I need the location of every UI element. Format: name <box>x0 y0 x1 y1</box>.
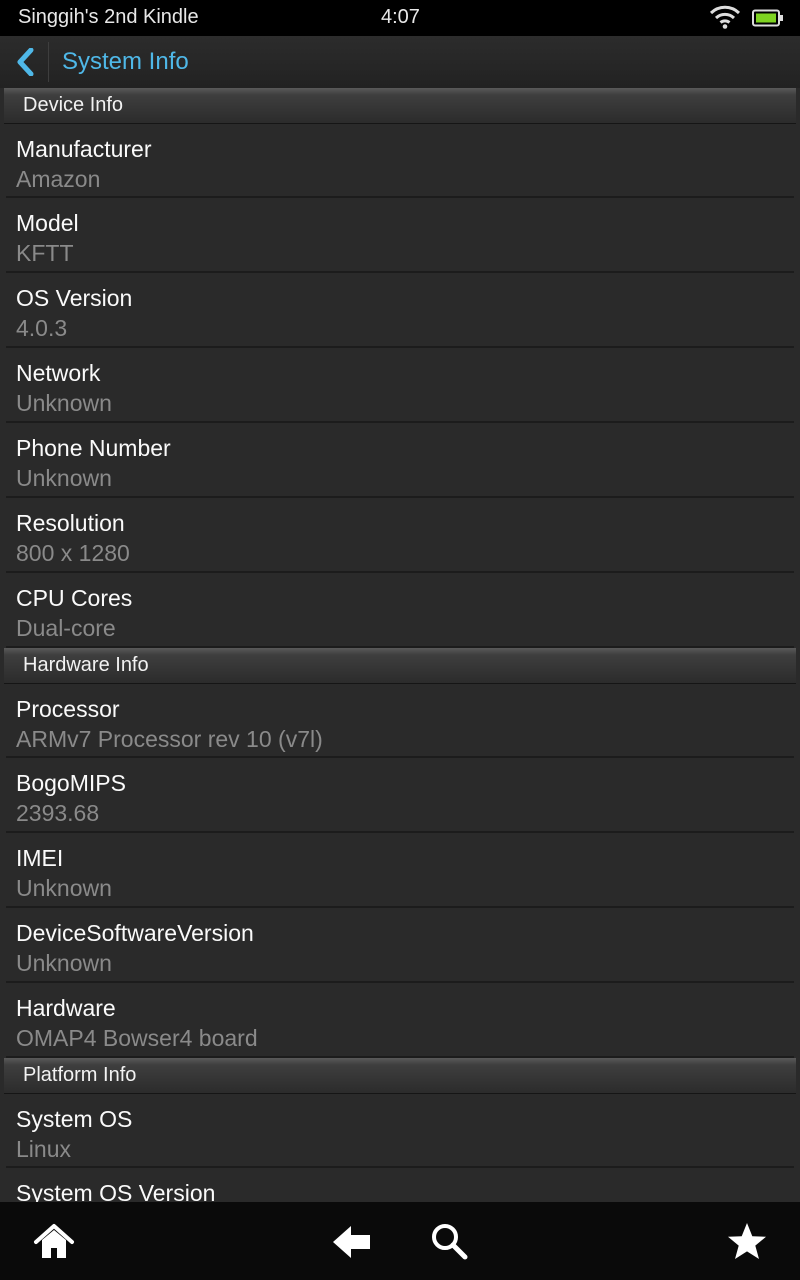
item-label: Resolution <box>16 510 125 536</box>
list-item-cpu-cores[interactable]: CPU Cores Dual-core <box>6 573 794 648</box>
list-item-system-os[interactable]: System OS Linux <box>6 1094 794 1168</box>
item-value: Unknown <box>16 465 112 491</box>
item-label: Model <box>16 210 79 236</box>
item-label: IMEI <box>16 845 64 871</box>
item-label: System OS Version <box>16 1180 216 1202</box>
bottom-nav-bar <box>0 1202 800 1280</box>
section-header-device-info: Device Info <box>4 88 796 124</box>
action-bar-divider <box>48 42 49 82</box>
item-label: Hardware <box>16 995 116 1021</box>
favorites-button[interactable] <box>725 1220 769 1264</box>
search-icon <box>432 1224 468 1260</box>
wifi-icon <box>709 4 741 30</box>
favorites-star-icon <box>728 1223 766 1259</box>
list-item-imei[interactable]: IMEI Unknown <box>6 833 794 908</box>
section-header-platform-info: Platform Info <box>4 1058 796 1094</box>
status-time: 4:07 <box>381 6 420 28</box>
chevron-left-icon <box>17 48 34 76</box>
device-name: Singgih's 2nd Kindle <box>18 6 199 28</box>
list-item-network[interactable]: Network Unknown <box>6 348 794 423</box>
section-title: Device Info <box>23 94 124 116</box>
item-value: 800 x 1280 <box>16 540 130 566</box>
item-value: Unknown <box>16 875 112 901</box>
list-item-phone-number[interactable]: Phone Number Unknown <box>6 423 794 498</box>
list-item-os-version[interactable]: OS Version 4.0.3 <box>6 273 794 348</box>
item-label: CPU Cores <box>16 585 133 611</box>
list-item-resolution[interactable]: Resolution 800 x 1280 <box>6 498 794 573</box>
item-value: Dual-core <box>16 615 116 641</box>
back-arrow-icon <box>333 1226 370 1258</box>
up-back-button[interactable] <box>0 36 48 88</box>
item-value: Linux <box>16 1136 71 1162</box>
page-title: System Info <box>62 48 189 75</box>
item-value: Unknown <box>16 950 112 976</box>
item-value: 2393.68 <box>16 800 100 826</box>
back-nav-button[interactable] <box>330 1220 374 1264</box>
item-label: Phone Number <box>16 435 171 461</box>
battery-icon <box>752 9 784 27</box>
system-info-list[interactable]: Device Info Manufacturer Amazon Model KF… <box>0 88 800 1202</box>
search-button[interactable] <box>428 1220 472 1264</box>
status-bar: Singgih's 2nd Kindle 4:07 <box>0 0 800 36</box>
item-value: Amazon <box>16 166 101 192</box>
list-item-bogomips[interactable]: BogoMIPS 2393.68 <box>6 758 794 833</box>
item-value: ARMv7 Processor rev 10 (v7l) <box>16 726 323 752</box>
item-label: BogoMIPS <box>16 770 126 796</box>
item-label: Network <box>16 360 101 386</box>
list-item-model[interactable]: Model KFTT <box>6 198 794 273</box>
list-item-processor[interactable]: Processor ARMv7 Processor rev 10 (v7l) <box>6 684 794 758</box>
item-value: Unknown <box>16 390 112 416</box>
item-label: Manufacturer <box>16 136 152 162</box>
section-title: Platform Info <box>23 1064 137 1086</box>
item-label: Processor <box>16 696 120 722</box>
list-item-hardware[interactable]: Hardware OMAP4 Bowser4 board <box>6 983 794 1058</box>
list-item-system-os-version[interactable]: System OS Version <box>6 1168 794 1202</box>
list-item-device-software-version[interactable]: DeviceSoftwareVersion Unknown <box>6 908 794 983</box>
item-label: OS Version <box>16 285 133 311</box>
item-value: 4.0.3 <box>16 315 68 341</box>
list-item-manufacturer[interactable]: Manufacturer Amazon <box>6 124 794 198</box>
item-value: OMAP4 Bowser4 board <box>16 1025 258 1051</box>
section-title: Hardware Info <box>23 654 149 676</box>
home-button[interactable] <box>32 1220 76 1264</box>
section-header-hardware-info: Hardware Info <box>4 648 796 684</box>
action-bar: System Info <box>0 36 800 89</box>
item-label: DeviceSoftwareVersion <box>16 920 254 946</box>
item-label: System OS <box>16 1106 133 1132</box>
home-icon <box>34 1224 74 1258</box>
item-value: KFTT <box>16 240 74 266</box>
